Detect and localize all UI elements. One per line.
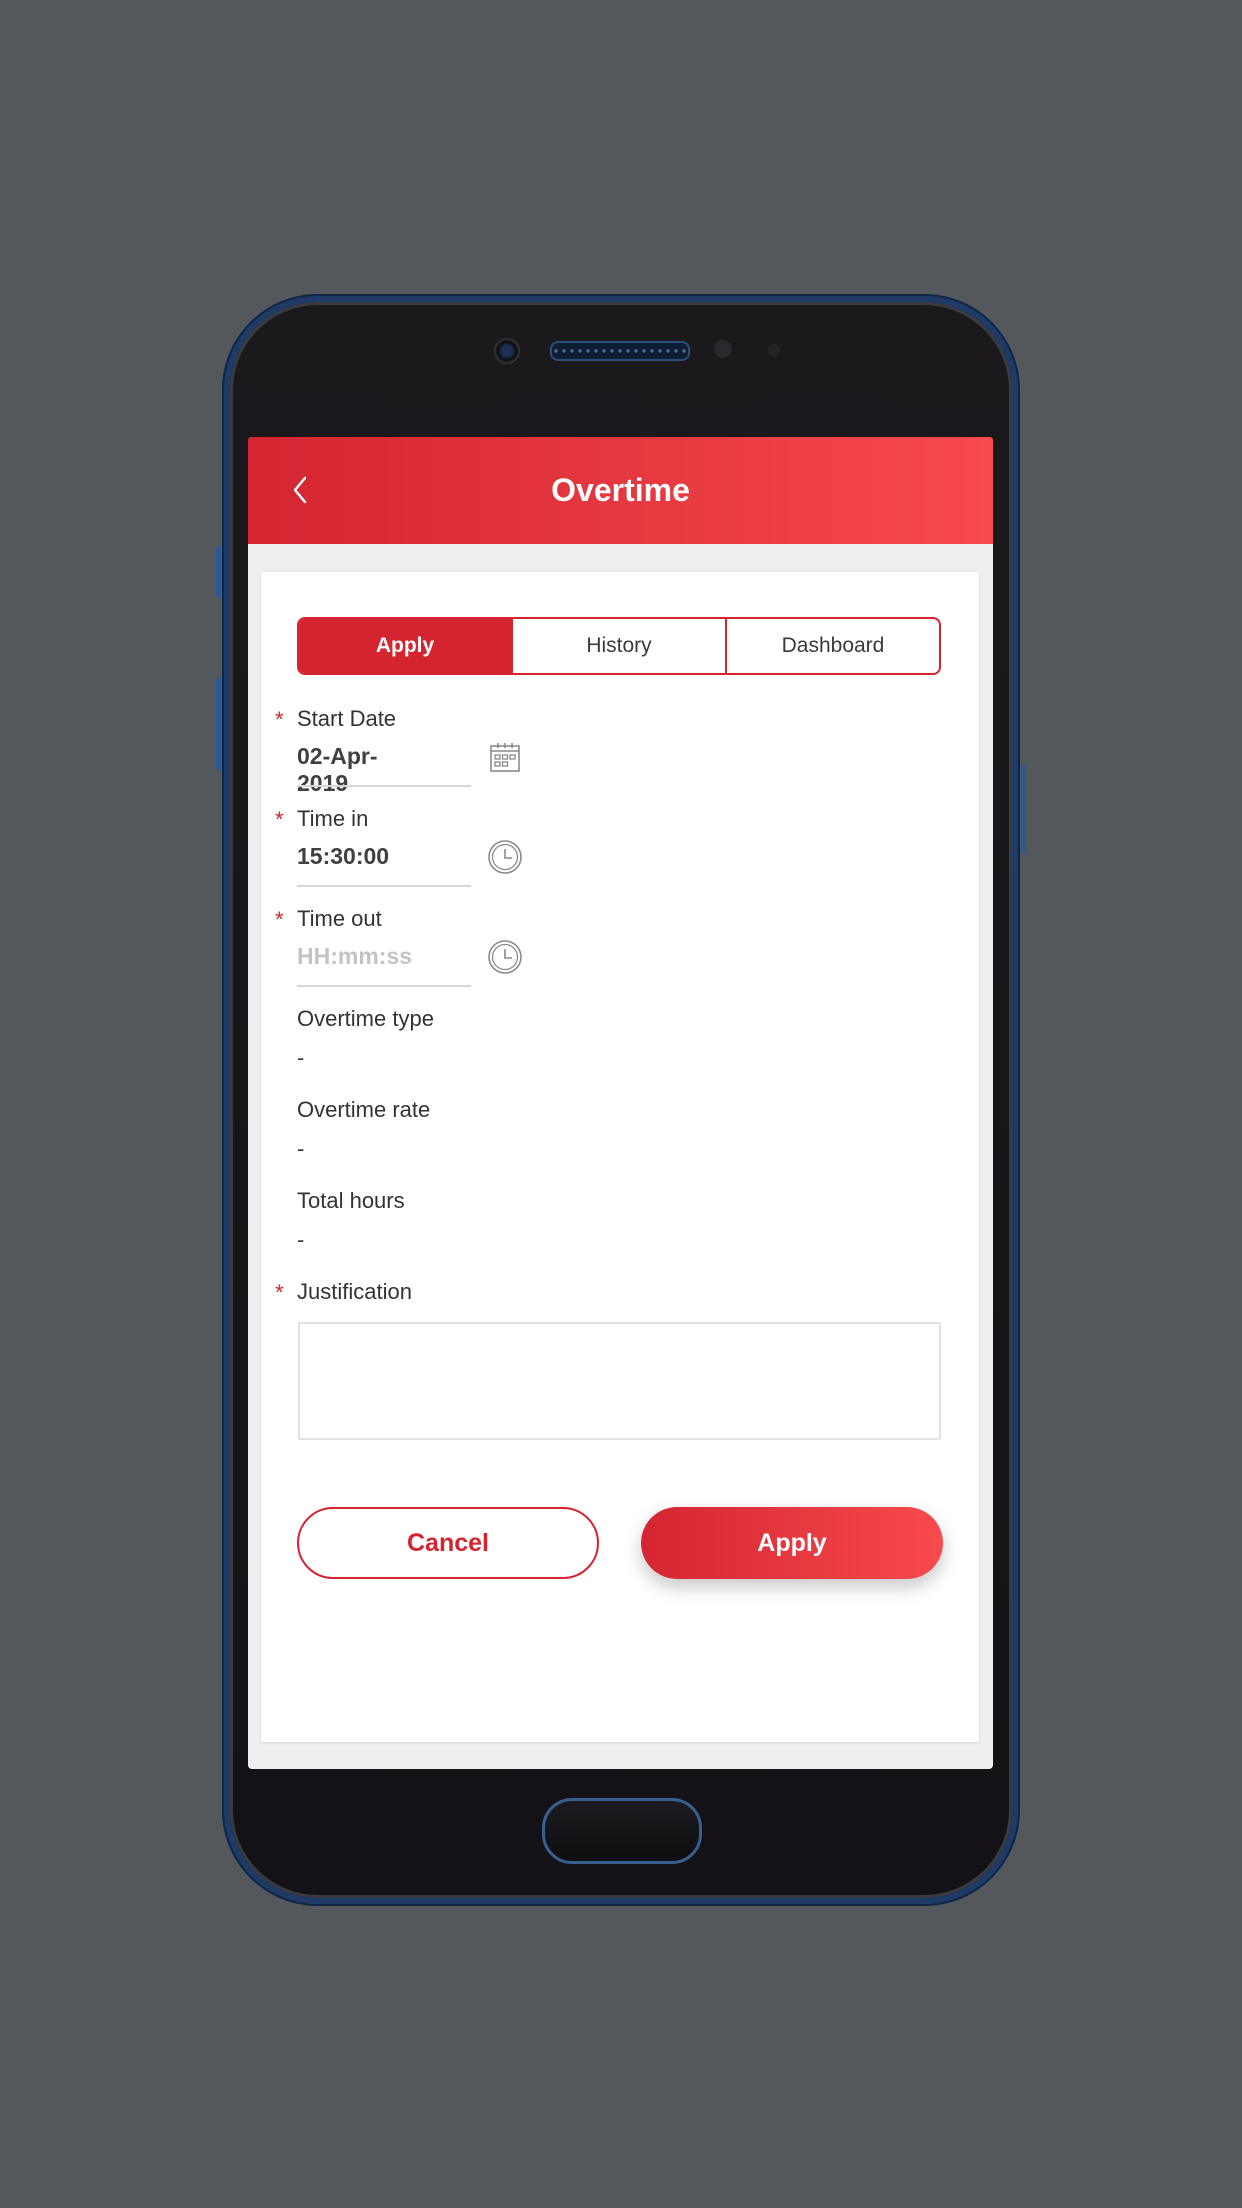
input-underline: [297, 785, 471, 787]
tab-apply[interactable]: Apply: [299, 619, 511, 673]
total-hours-value: -: [297, 1227, 305, 1252]
clock-icon: [488, 940, 522, 974]
overtime-type-label: Overtime type: [297, 1006, 434, 1031]
apply-button[interactable]: Apply: [641, 1507, 943, 1579]
input-underline: [297, 985, 471, 987]
time-in-input[interactable]: 15:30:00: [297, 843, 389, 870]
input-underline: [297, 885, 471, 887]
time-out-field: * Time out HH:mm:ss: [275, 905, 522, 987]
start-date-input[interactable]: 02-Apr-2019: [297, 743, 396, 797]
start-date-field: * Start Date 02-Apr-2019: [275, 705, 520, 796]
time-in-field: * Time in 15:30:00: [275, 805, 522, 887]
volume-button: [216, 546, 221, 598]
overtime-rate-value: -: [297, 1136, 305, 1161]
volume-button: [216, 678, 221, 770]
calendar-icon: [490, 743, 520, 772]
time-out-label: Time out: [297, 906, 382, 931]
time-in-label: Time in: [297, 806, 369, 831]
power-button: [1021, 764, 1026, 854]
app-screen: Overtime Apply History Dashboard * Start…: [248, 437, 993, 1769]
home-button[interactable]: [542, 1798, 702, 1864]
page-title: Overtime: [551, 472, 690, 508]
tab-bar: Apply History Dashboard: [297, 617, 941, 675]
total-hours-label: Total hours: [297, 1188, 405, 1213]
tab-history[interactable]: History: [511, 619, 725, 673]
overtime-form-card: Apply History Dashboard * Start Date 02-…: [261, 572, 979, 1742]
overtime-type-field: Overtime type -: [297, 1005, 434, 1070]
date-picker-button[interactable]: [487, 739, 523, 775]
clock-icon: [488, 840, 522, 874]
justification-label: Justification: [297, 1279, 412, 1304]
light-sensor: [768, 344, 780, 356]
front-camera: [494, 338, 520, 364]
required-marker: *: [275, 1280, 284, 1305]
required-marker: *: [275, 707, 284, 732]
total-hours-field: Total hours -: [297, 1187, 405, 1252]
start-date-label: Start Date: [297, 706, 397, 731]
required-marker: *: [275, 907, 284, 932]
cancel-button[interactable]: Cancel: [297, 1507, 599, 1579]
justification-field: * Justification: [275, 1278, 412, 1306]
proximity-sensor: [714, 340, 732, 358]
overtime-rate-field: Overtime rate -: [297, 1096, 431, 1161]
time-out-picker-button[interactable]: [487, 939, 523, 975]
tab-dashboard[interactable]: Dashboard: [725, 619, 939, 673]
overtime-type-value: -: [297, 1045, 305, 1070]
required-marker: *: [275, 807, 284, 832]
app-header: Overtime: [248, 437, 993, 544]
justification-input[interactable]: [298, 1322, 941, 1440]
earpiece-speaker: [550, 341, 690, 361]
time-out-input[interactable]: HH:mm:ss: [297, 943, 412, 970]
overtime-rate-label: Overtime rate: [297, 1097, 431, 1122]
time-in-picker-button[interactable]: [487, 839, 523, 875]
